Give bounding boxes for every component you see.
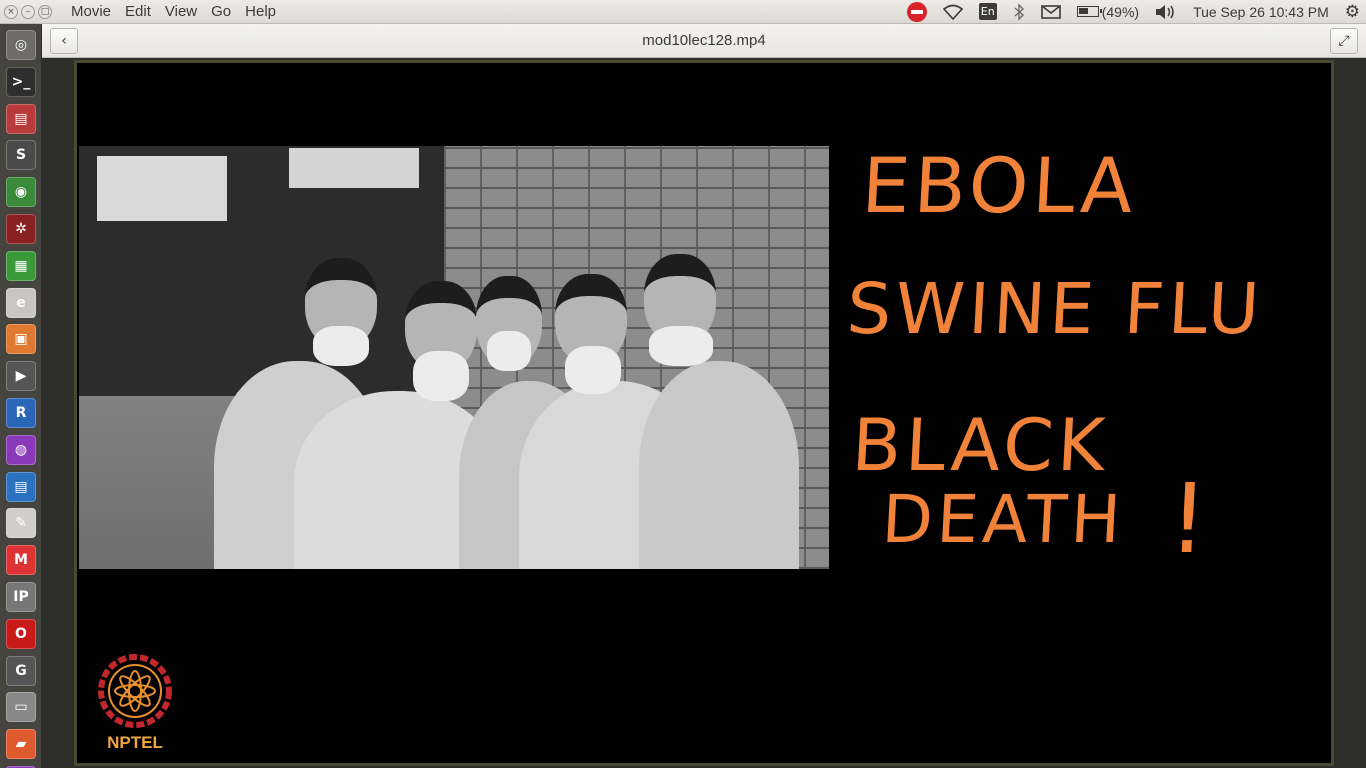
gmail-icon[interactable]: M	[6, 545, 36, 576]
menu-view[interactable]: View	[158, 0, 204, 24]
menu-help[interactable]: Help	[238, 0, 283, 24]
chrome-icon[interactable]: ◉	[6, 177, 36, 208]
clock[interactable]: Tue Sep 26 10:43 PM	[1193, 4, 1329, 20]
keyboard-indicator[interactable]: En	[978, 3, 997, 20]
dash-icon[interactable]: ◎	[6, 30, 36, 60]
sublime-icon[interactable]: S	[6, 140, 36, 171]
photo-window-pane-2	[289, 148, 419, 188]
terminal-icon[interactable]: >_	[6, 66, 36, 97]
photo-face-mask	[565, 346, 621, 394]
handwritten-black: BLACK	[849, 403, 1111, 487]
photo-face-mask	[649, 326, 713, 366]
battery-percent: (49%)	[1101, 3, 1140, 20]
window-controls: × – □	[4, 4, 52, 19]
impress-icon[interactable]: ▣	[6, 324, 36, 355]
player-header-bar: mod10lec128.mp4 ‹ ⤢	[42, 24, 1366, 58]
gp-icon[interactable]: G	[6, 655, 36, 686]
ipython-icon[interactable]: IP	[6, 582, 36, 612]
network-icon[interactable]: ✲	[6, 214, 36, 244]
mail-icon[interactable]	[1040, 4, 1061, 19]
volume-icon[interactable]	[1155, 4, 1177, 20]
menu-edit[interactable]: Edit	[118, 0, 158, 24]
photo-face-mask	[487, 331, 531, 371]
document-viewer-icon[interactable]: e	[6, 287, 36, 318]
minimize-button[interactable]: –	[21, 4, 35, 19]
photo-person	[639, 361, 799, 569]
nptel-logo-text: NPTEL	[107, 733, 163, 752]
r-icon[interactable]: R	[6, 398, 36, 428]
back-button[interactable]: ‹	[50, 28, 78, 54]
menubar: Movie Edit View Go Help	[64, 0, 283, 24]
handwritten-death: DEATH	[879, 481, 1127, 558]
close-button[interactable]: ×	[4, 4, 18, 19]
opera-icon[interactable]: O	[6, 618, 36, 649]
launcher: ◎>_▤S◉✲▦e▣▶R◍▤✎MIPOG▭▰▥	[0, 24, 42, 768]
wifi-icon[interactable]	[942, 4, 963, 20]
files-icon[interactable]: ▤	[6, 103, 36, 134]
maximize-button[interactable]: □	[38, 4, 52, 19]
video-frame[interactable]: EBOLA SWINE FLU BLACK DEATH ! NPTEL	[74, 60, 1334, 766]
photo-face-mask	[313, 326, 369, 366]
spreadsheet-icon[interactable]: ▦	[6, 250, 36, 281]
handwritten-swine-flu: SWINE FLU	[844, 268, 1266, 350]
video-area[interactable]: EBOLA SWINE FLU BLACK DEATH ! NPTEL	[42, 58, 1366, 768]
handwritten-ebola: EBOLA	[859, 141, 1140, 230]
keyboard-layout: En	[978, 3, 997, 20]
battery-icon	[1076, 6, 1102, 17]
fullscreen-button[interactable]: ⤢	[1330, 28, 1358, 54]
no-entry-icon	[906, 1, 927, 22]
nptel-logo-icon	[98, 654, 172, 728]
top-panel: × – □ Movie Edit View Go Help En (49%) T…	[0, 0, 1366, 24]
video-title: mod10lec128.mp4	[642, 32, 766, 49]
stop-indicator[interactable]	[906, 1, 927, 22]
drive-icon[interactable]: ▭	[6, 692, 36, 723]
writer-icon[interactable]: ▤	[6, 471, 36, 502]
historical-photo-masked-women	[79, 146, 829, 569]
battery-indicator[interactable]: (49%)	[1076, 3, 1140, 20]
photo-face-mask	[413, 351, 469, 401]
settings-gear-icon[interactable]: ⚙	[1345, 2, 1360, 22]
presentation-icon[interactable]: ▰	[6, 729, 36, 760]
chevron-left-icon: ‹	[61, 33, 67, 49]
menu-go[interactable]: Go	[204, 0, 238, 24]
fullscreen-icon: ⤢	[1338, 33, 1350, 49]
indicators: En (49%) Tue Sep 26 10:43 PM ⚙	[899, 0, 1366, 24]
photo-window-pane	[97, 156, 227, 221]
text-editor-icon[interactable]: ✎	[6, 508, 36, 539]
handwritten-exclamation: !	[1166, 463, 1211, 575]
media-player-icon[interactable]: ◍	[6, 434, 36, 465]
video-editor-icon[interactable]: ▶	[6, 361, 36, 392]
menu-movie[interactable]: Movie	[64, 0, 118, 24]
bluetooth-icon[interactable]	[1013, 2, 1025, 21]
